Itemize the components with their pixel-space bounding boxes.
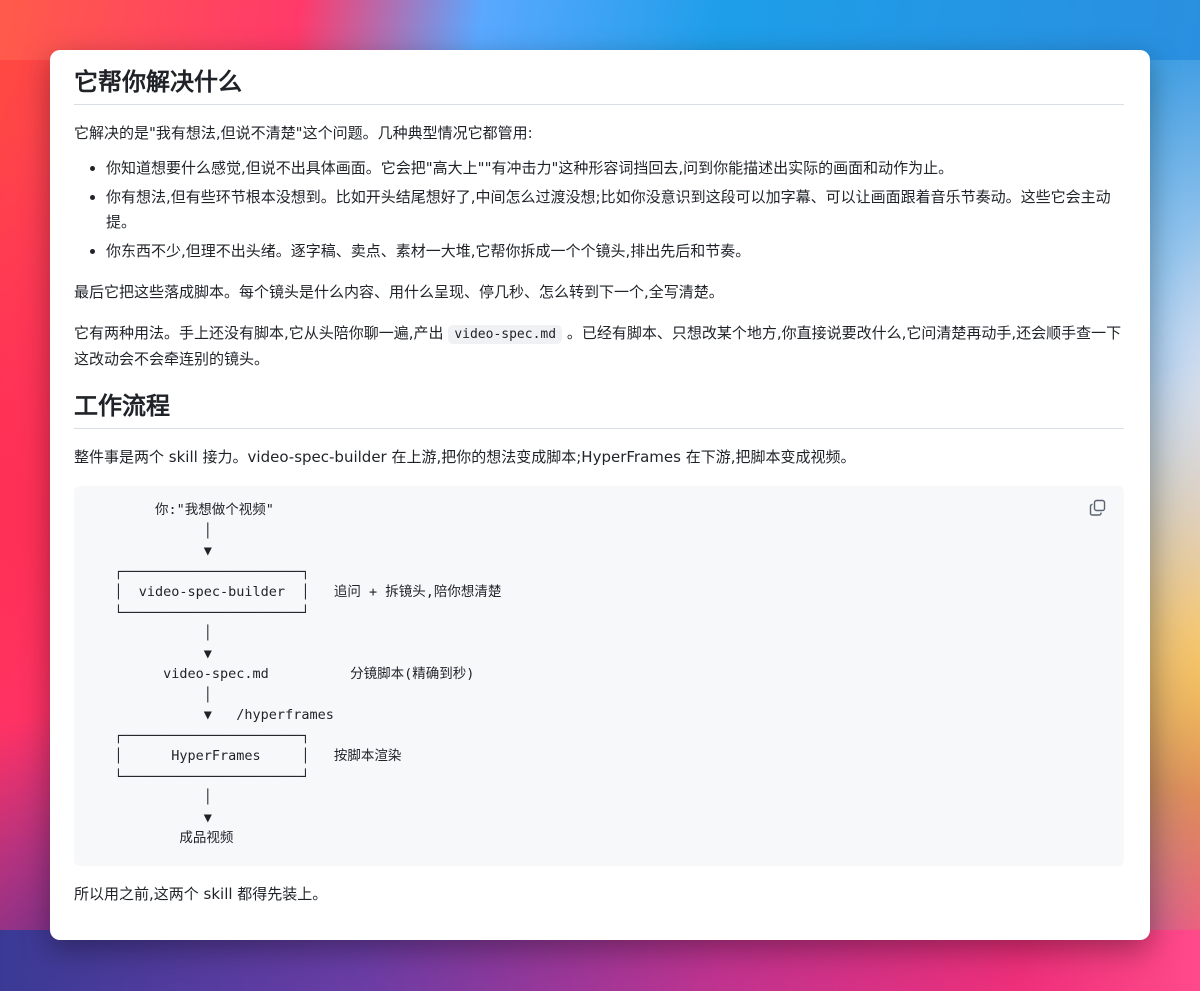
flow-diagram: 你:"我想做个视频" │ ▼ ┌──────────────────────┐ … <box>114 502 502 846</box>
copy-button[interactable] <box>1088 498 1110 520</box>
list-item: 你东西不少,但理不出头绪。逐字稿、卖点、素材一大堆,它帮你拆成一个个镜头,排出先… <box>106 239 1124 264</box>
code-block: 你:"我想做个视频" │ ▼ ┌──────────────────────┐ … <box>74 486 1124 866</box>
heading-workflow: 工作流程 <box>74 388 1124 429</box>
script-paragraph: 最后它把这些落成脚本。每个镜头是什么内容、用什么呈现、停几秒、怎么转到下一个,全… <box>74 283 724 301</box>
inline-code-filename: video-spec.md <box>448 325 563 344</box>
usage-paragraph: 它有两种用法。手上还没有脚本,它从头陪你聊一遍,产出 video-spec.md… <box>74 321 1124 372</box>
heading-what-it-solves: 它帮你解决什么 <box>74 64 1124 105</box>
intro-paragraph: 它解决的是"我有想法,但说不清楚"这个问题。几种典型情况它都管用: <box>74 124 533 142</box>
list-item: 你有想法,但有些环节根本没想到。比如开头结尾想好了,中间怎么过渡没想;比如你没意… <box>106 185 1124 235</box>
outro-paragraph: 所以用之前,这两个 skill 都得先装上。 <box>74 885 328 903</box>
list-item: 你知道想要什么感觉,但说不出具体画面。它会把"高大上""有冲击力"这种形容词挡回… <box>106 156 1124 181</box>
problem-list: 你知道想要什么感觉,但说不出具体画面。它会把"高大上""有冲击力"这种形容词挡回… <box>74 156 1124 264</box>
workflow-intro: 整件事是两个 skill 接力。video-spec-builder 在上游,把… <box>74 448 856 466</box>
usage-text-before: 它有两种用法。手上还没有脚本,它从头陪你聊一遍,产出 <box>74 324 449 342</box>
copy-icon <box>1089 499 1106 516</box>
document-card: 它帮你解决什么 它解决的是"我有想法,但说不清楚"这个问题。几种典型情况它都管用… <box>50 50 1150 940</box>
